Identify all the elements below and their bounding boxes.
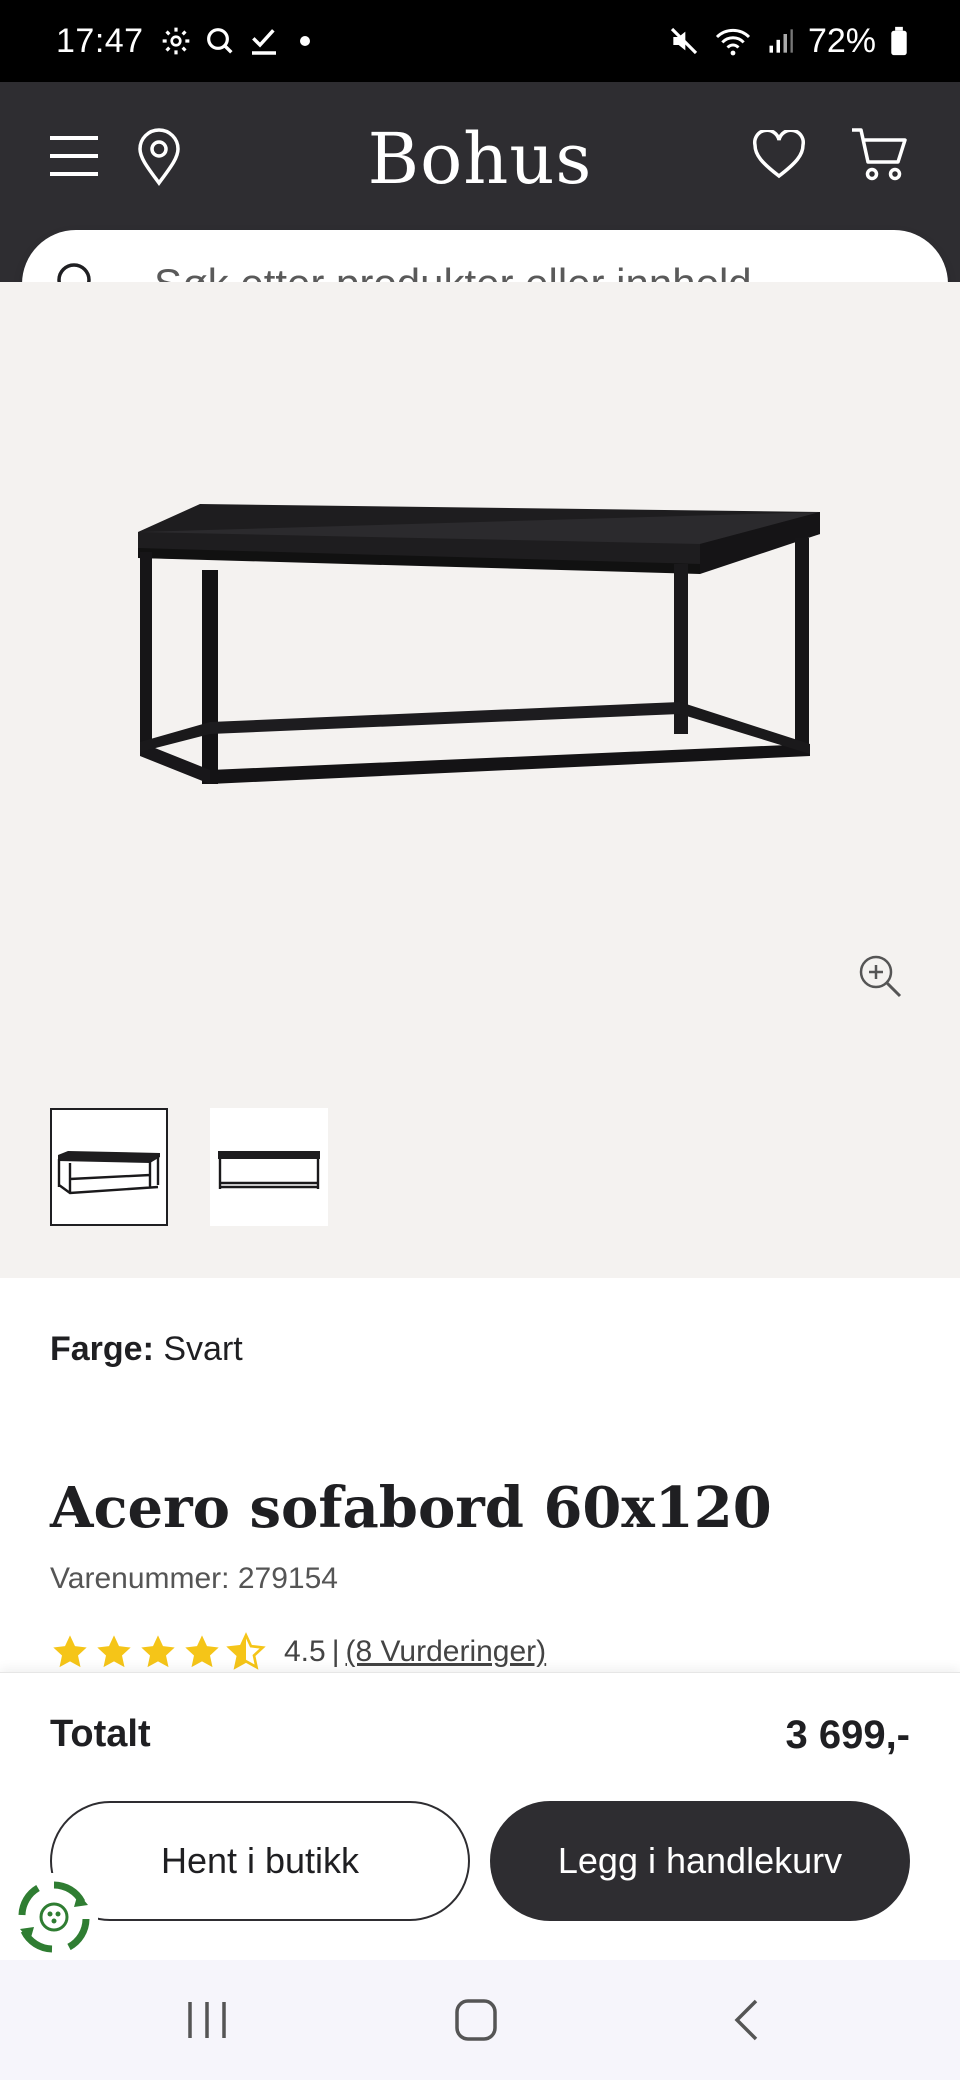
- sku-number: Varenummer: 279154: [50, 1562, 338, 1595]
- battery-icon: [891, 26, 907, 56]
- product-title: Acero sofabord 60x120: [50, 1475, 772, 1541]
- recent-apps-icon[interactable]: [186, 2000, 228, 2040]
- system-navbar: [0, 1960, 960, 2080]
- rating-separator: |: [331, 1635, 340, 1668]
- dot-icon: [299, 36, 310, 46]
- total-price: 3 699,-: [785, 1713, 910, 1757]
- thumbnail-table-image-front: [218, 1151, 320, 1189]
- star-full-icon: [53, 1635, 87, 1668]
- heart-icon[interactable]: [752, 130, 806, 180]
- battery-percent: 72%: [807, 21, 876, 60]
- wifi-icon: [715, 29, 750, 56]
- settings-icon: [162, 27, 189, 55]
- thumbnail-1[interactable]: [50, 1108, 168, 1226]
- screen: 17:47 72% Bohus Søk etter produkter elle…: [0, 0, 960, 2080]
- purchase-panel: Totalt 3 699,- Hent i butikk Legg i hand…: [0, 1672, 960, 1961]
- color-value: Svart: [163, 1330, 243, 1368]
- star-full-icon: [97, 1635, 131, 1668]
- checkmark-icon: [251, 29, 276, 55]
- thumbnail-table-image: [57, 1151, 160, 1195]
- star-full-icon: [141, 1635, 175, 1668]
- eco-badge[interactable]: [10, 1873, 98, 1961]
- search-icon: [206, 28, 233, 54]
- status-left-icons: [160, 25, 310, 57]
- star-half-icon: [226, 1632, 266, 1670]
- rating-stars: [50, 1632, 266, 1672]
- mute-icon: [670, 27, 698, 55]
- star-full-icon: [185, 1635, 219, 1668]
- thumbnail-2[interactable]: [210, 1108, 328, 1226]
- pickup-in-store-button[interactable]: Hent i butikk: [50, 1801, 470, 1921]
- total-label: Totalt: [50, 1713, 151, 1755]
- product-gallery: [0, 282, 960, 1278]
- back-icon[interactable]: [732, 1998, 762, 2042]
- recycle-icon: [18, 1881, 90, 1953]
- status-bar: 17:47 72%: [0, 0, 960, 82]
- cart-icon[interactable]: [850, 126, 908, 182]
- product-image[interactable]: [130, 452, 830, 792]
- add-to-cart-button[interactable]: Legg i handlekurv: [490, 1801, 910, 1921]
- reviews-link[interactable]: (8 Vurderinger): [346, 1635, 547, 1669]
- color-row: Farge: Svart: [50, 1330, 243, 1369]
- home-icon[interactable]: [454, 1998, 498, 2042]
- zoom-icon[interactable]: [856, 952, 904, 1000]
- rating-row: 4.5 | (8 Vurderinger): [50, 1630, 546, 1674]
- status-time: 17:47: [56, 21, 144, 60]
- bohus-logo[interactable]: Bohus: [0, 118, 960, 200]
- signal-icon: [769, 29, 793, 53]
- rating-value: 4.5: [284, 1635, 326, 1668]
- status-right-icons: 72%: [668, 22, 908, 61]
- color-label: Farge:: [50, 1330, 154, 1368]
